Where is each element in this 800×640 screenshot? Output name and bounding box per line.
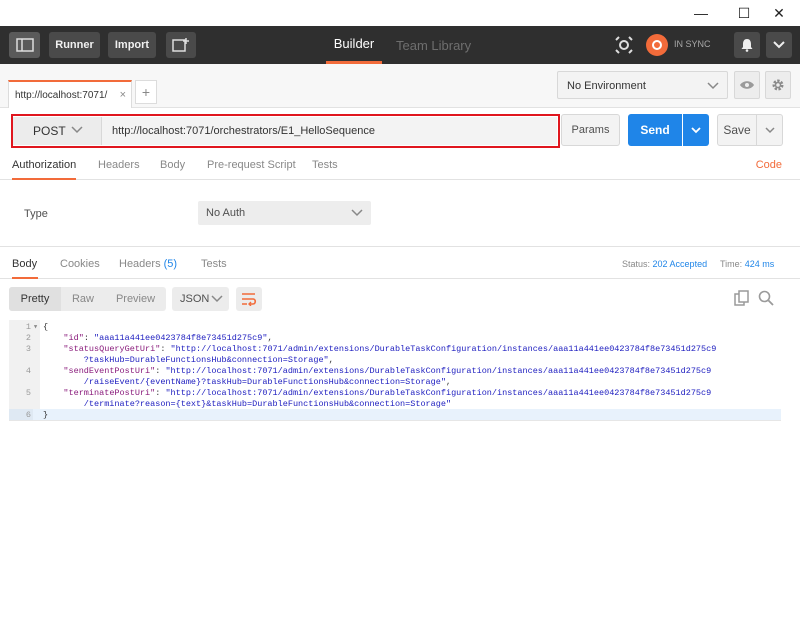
window-titlebar: — ☐ ✕ xyxy=(0,0,800,26)
auth-type-value: No Auth xyxy=(206,207,246,219)
sync-status-icon[interactable] xyxy=(646,34,668,56)
response-format-select[interactable]: JSON xyxy=(172,287,229,311)
tab-pre-request-script[interactable]: Pre-request Script xyxy=(207,154,296,180)
send-button[interactable]: Send xyxy=(628,114,682,146)
gear-icon xyxy=(772,79,784,91)
params-button[interactable]: Params xyxy=(561,114,620,146)
chevron-down-icon xyxy=(707,82,719,90)
time-label: Time: xyxy=(720,259,743,269)
auth-type-label: Type xyxy=(24,208,48,220)
search-icon[interactable] xyxy=(758,290,774,306)
close-tab-icon[interactable]: × xyxy=(120,89,126,101)
sidebar-icon xyxy=(15,38,34,52)
save-options-button[interactable] xyxy=(757,114,783,146)
runner-button[interactable]: Runner xyxy=(49,32,100,58)
request-config-tabs: Authorization Headers Body Pre-request S… xyxy=(0,154,800,180)
auth-type-select[interactable]: No Auth xyxy=(198,201,371,225)
maximize-button[interactable]: ☐ xyxy=(727,0,761,26)
code-area-border xyxy=(9,320,781,421)
eye-icon xyxy=(740,81,754,89)
status-value[interactable]: 202 Accepted xyxy=(653,259,708,269)
sync-status-label: IN SYNC xyxy=(674,39,711,49)
response-time: Time: 424 ms xyxy=(720,259,774,269)
interceptor-icon[interactable] xyxy=(614,35,634,55)
bell-icon xyxy=(741,39,753,52)
section-divider xyxy=(0,246,800,247)
minimize-button[interactable]: — xyxy=(684,0,718,26)
wrap-lines-button[interactable] xyxy=(236,287,262,311)
save-button[interactable]: Save xyxy=(717,114,757,146)
manage-environments-button[interactable] xyxy=(765,71,791,99)
tab-cookies[interactable]: Cookies xyxy=(60,253,100,279)
request-tab[interactable]: http://localhost:7071/ × xyxy=(8,80,132,108)
environment-quick-look-button[interactable] xyxy=(734,71,760,99)
tab-headers[interactable]: Headers xyxy=(98,154,140,180)
tab-response-tests[interactable]: Tests xyxy=(201,253,227,279)
tab-authorization[interactable]: Authorization xyxy=(12,154,76,180)
close-window-button[interactable]: ✕ xyxy=(762,0,796,26)
response-status: Status: 202 Accepted xyxy=(622,259,707,269)
new-window-button[interactable] xyxy=(166,32,196,58)
tab-builder[interactable]: Builder xyxy=(326,26,382,64)
response-headers-count: (5) xyxy=(163,258,178,270)
view-raw-button[interactable]: Raw xyxy=(61,287,105,311)
tab-body[interactable]: Body xyxy=(160,154,185,180)
chevron-down-icon xyxy=(764,126,775,133)
app-header: Runner Import Builder Team Library IN SY… xyxy=(0,26,800,64)
add-tab-button[interactable]: + xyxy=(135,80,157,104)
notifications-button[interactable] xyxy=(734,32,760,58)
tab-response-headers[interactable]: Headers (5) xyxy=(119,253,177,279)
status-label: Status: xyxy=(622,259,651,269)
generate-code-link[interactable]: Code xyxy=(756,159,782,171)
environment-value: No Environment xyxy=(567,80,646,92)
import-button[interactable]: Import xyxy=(108,32,156,58)
sidebar-toggle-button[interactable] xyxy=(9,32,40,58)
chevron-down-icon xyxy=(351,209,363,217)
environment-select[interactable]: No Environment xyxy=(557,71,728,99)
url-input[interactable] xyxy=(102,117,557,145)
tab-team-library[interactable]: Team Library xyxy=(396,26,471,64)
chevron-down-icon xyxy=(691,126,701,133)
wrap-lines-icon xyxy=(242,293,257,306)
tab-tests[interactable]: Tests xyxy=(312,154,338,180)
response-headers-label: Headers xyxy=(119,258,161,270)
copy-icon[interactable] xyxy=(734,290,750,306)
time-value[interactable]: 424 ms xyxy=(745,259,775,269)
new-window-icon xyxy=(172,38,189,52)
response-format-value: JSON xyxy=(180,293,210,305)
tab-response-body[interactable]: Body xyxy=(12,253,38,279)
view-preview-button[interactable]: Preview xyxy=(105,287,166,311)
chevron-down-icon xyxy=(211,295,223,303)
view-pretty-button[interactable]: Pretty xyxy=(9,287,61,311)
method-select[interactable]: POST xyxy=(13,117,102,145)
method-value: POST xyxy=(33,124,66,138)
app-menu-button[interactable] xyxy=(766,32,792,58)
send-options-button[interactable] xyxy=(683,114,709,146)
chevron-down-icon xyxy=(71,126,83,134)
chevron-down-icon xyxy=(773,41,785,49)
request-tab-label: http://localhost:7071/ xyxy=(15,90,108,101)
response-view-toggle: Pretty Raw Preview xyxy=(9,287,166,311)
